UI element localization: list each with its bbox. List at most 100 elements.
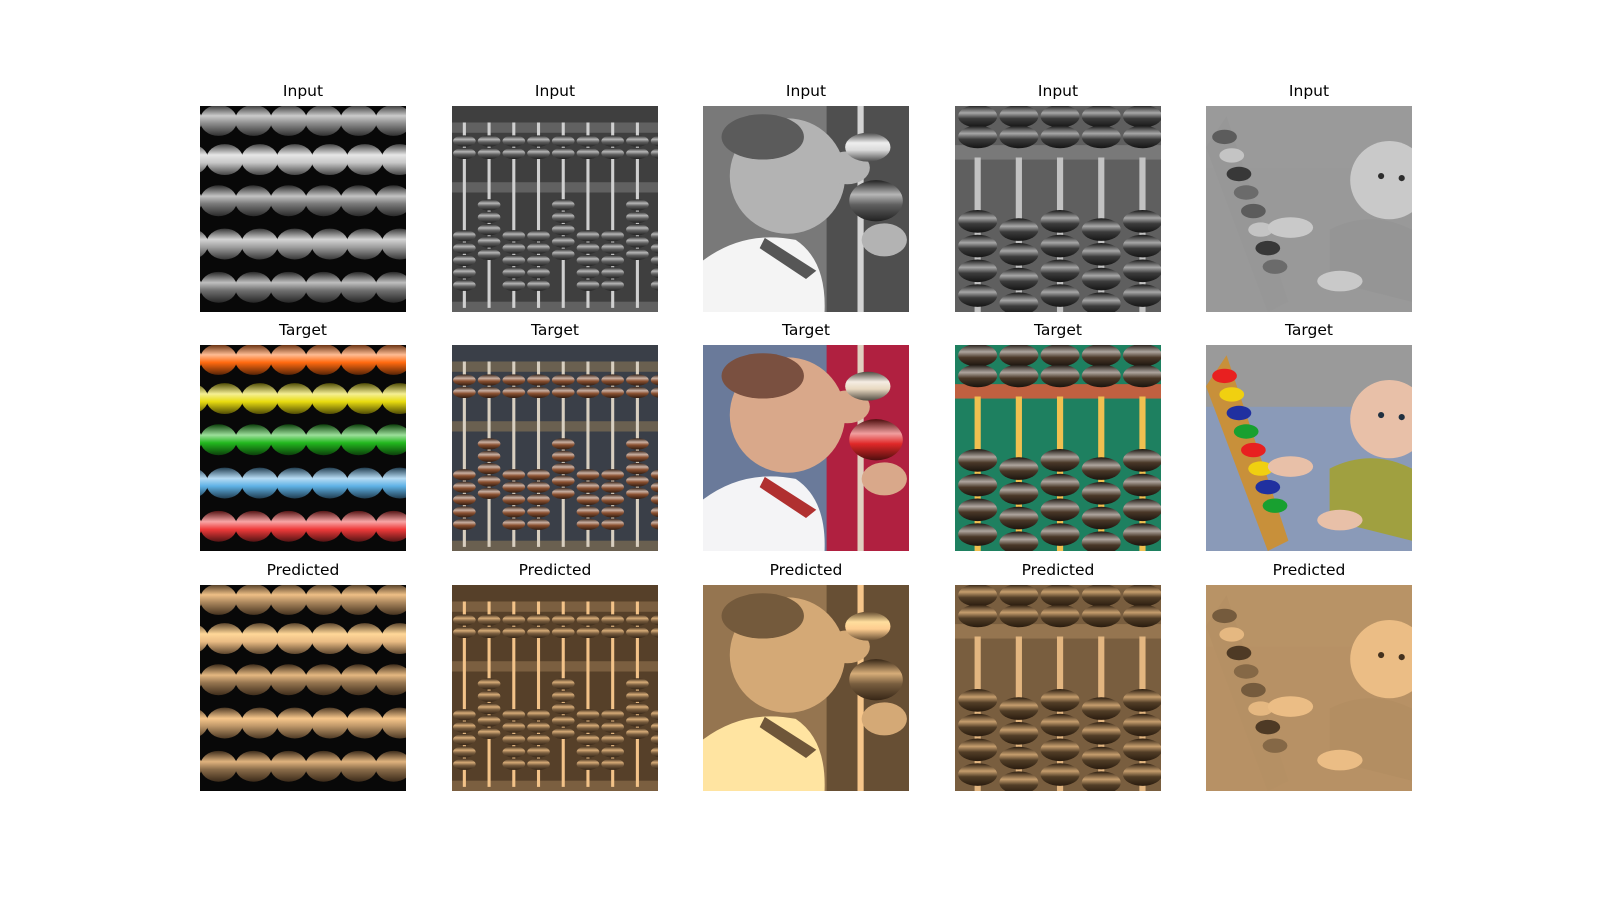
bead <box>270 185 308 217</box>
bead <box>235 271 273 303</box>
panel-image <box>703 106 909 312</box>
panel-title: Target <box>279 321 327 339</box>
bead <box>200 750 238 782</box>
bead <box>200 424 238 456</box>
bead <box>270 750 308 782</box>
panel-title: Input <box>282 82 324 100</box>
baby-with-toy-abacus-photo <box>1206 585 1412 791</box>
bead-rows-closeup-photo <box>200 106 406 312</box>
bead <box>200 345 238 375</box>
bead <box>346 467 384 499</box>
bead <box>346 707 384 739</box>
bead-rows-closeup-photo <box>200 345 406 551</box>
bead <box>235 664 273 696</box>
bead <box>340 750 378 782</box>
panel-image <box>1206 585 1412 791</box>
panel-image <box>452 585 658 791</box>
bead <box>270 345 308 375</box>
panel-image <box>200 345 406 551</box>
bead <box>276 707 314 739</box>
bead <box>311 623 349 655</box>
panel-title: Predicted <box>1021 561 1095 579</box>
bead <box>340 345 378 375</box>
panel-title: Input <box>1037 82 1079 100</box>
panel-gray-chinese-abacus: Input <box>452 82 658 320</box>
bead <box>305 185 343 217</box>
baby-with-toy-abacus-photo <box>1206 106 1412 312</box>
panel-title: Target <box>1285 321 1333 339</box>
panel-image <box>703 345 909 551</box>
bead <box>206 623 244 655</box>
bead <box>346 228 384 260</box>
bead <box>311 707 349 739</box>
bead <box>270 271 308 303</box>
bead <box>235 510 273 542</box>
abacus-rods-closeup-photo <box>955 585 1161 791</box>
panel-title: Target <box>1034 321 1082 339</box>
panel-title: Predicted <box>769 561 843 579</box>
panel-sepia-baby-with-toy-abacus: Predicted <box>1206 561 1412 799</box>
bead <box>235 585 273 615</box>
chinese-abacus-photo <box>452 585 658 791</box>
bead <box>340 185 378 217</box>
bead <box>305 424 343 456</box>
bead <box>200 585 238 615</box>
bead <box>311 467 349 499</box>
panel-title: Predicted <box>266 561 340 579</box>
panel-title: Target <box>782 321 830 339</box>
bead <box>206 467 244 499</box>
bead <box>276 467 314 499</box>
panel-title: Input <box>785 82 827 100</box>
bead <box>241 623 279 655</box>
panel-gray-baby-reaching-abacus: Input <box>703 82 909 320</box>
bead <box>340 424 378 456</box>
panel-color-baby-with-toy-abacus: Target <box>1206 321 1412 559</box>
panel-sepia-baby-reaching-abacus: Predicted <box>703 561 909 799</box>
bead <box>270 585 308 615</box>
panel-image <box>703 585 909 791</box>
bead <box>241 383 279 415</box>
bead <box>235 185 273 217</box>
panel-title: Predicted <box>518 561 592 579</box>
bead <box>305 664 343 696</box>
panel-image <box>200 106 406 312</box>
panel-sepia-abacus-rods-closeup: Predicted <box>955 561 1161 799</box>
baby-with-toy-abacus-photo <box>1206 345 1412 551</box>
bead <box>305 271 343 303</box>
bead <box>200 510 238 542</box>
bead <box>276 144 314 176</box>
panel-title: Predicted <box>1272 561 1346 579</box>
bead <box>200 271 238 303</box>
bead <box>270 510 308 542</box>
baby-reaching-abacus-photo <box>703 106 909 312</box>
bead <box>340 664 378 696</box>
bead <box>241 228 279 260</box>
panel-image <box>955 345 1161 551</box>
panel-title: Input <box>1288 82 1330 100</box>
bead <box>340 510 378 542</box>
bead <box>305 345 343 375</box>
bead <box>346 383 384 415</box>
panel-sepia-bead-rows-closeup: Predicted <box>200 561 406 799</box>
panel-title: Input <box>534 82 576 100</box>
bead <box>206 144 244 176</box>
panel-image <box>200 585 406 791</box>
bead <box>276 383 314 415</box>
bead <box>340 106 378 136</box>
panel-image <box>1206 345 1412 551</box>
bead <box>200 664 238 696</box>
abacus-rods-closeup-photo <box>955 345 1161 551</box>
panel-color-chinese-abacus: Target <box>452 321 658 559</box>
bead <box>206 228 244 260</box>
baby-reaching-abacus-photo <box>703 345 909 551</box>
bead <box>235 424 273 456</box>
panel-title: Target <box>531 321 579 339</box>
panel-color-bead-rows-closeup: Target <box>200 321 406 559</box>
panel-image <box>955 585 1161 791</box>
bead <box>200 185 238 217</box>
bead <box>305 510 343 542</box>
bead <box>235 106 273 136</box>
panel-color-baby-reaching-abacus: Target <box>703 321 909 559</box>
panel-gray-abacus-rods-closeup: Input <box>955 82 1161 320</box>
panel-gray-bead-rows-closeup: Input <box>200 82 406 320</box>
